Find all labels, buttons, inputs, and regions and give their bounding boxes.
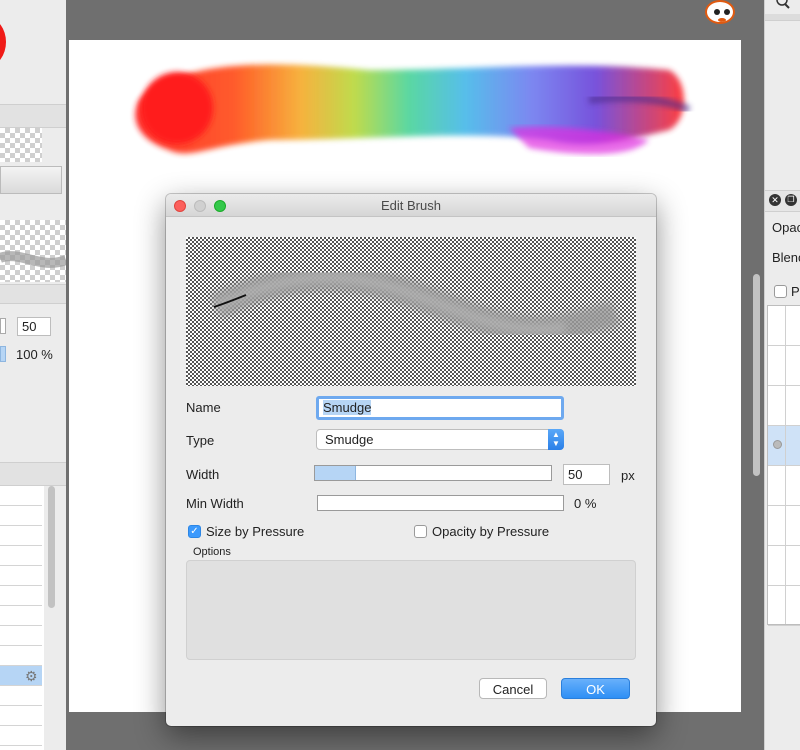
list-item[interactable]	[0, 646, 42, 666]
list-item[interactable]	[0, 686, 42, 706]
options-group	[186, 560, 636, 660]
opacity-value: 100 %	[16, 347, 53, 362]
min-width-slider[interactable]	[317, 495, 564, 511]
brush-preview-small	[0, 220, 68, 282]
magnifier-icon[interactable]	[775, 0, 791, 10]
width-slider-fill	[315, 466, 356, 480]
opacity-slider-fill[interactable]	[0, 346, 6, 362]
chevron-updown-icon: ▲ ▼	[548, 429, 564, 450]
list-item[interactable]	[0, 546, 42, 566]
table-row[interactable]	[768, 386, 800, 426]
panel-divider	[0, 104, 66, 128]
opacity-by-pressure-label[interactable]: Opacity by Pressure	[432, 524, 549, 539]
panel-divider	[0, 284, 66, 304]
table-row[interactable]	[768, 346, 800, 386]
name-field[interactable]: Smudge	[316, 396, 564, 420]
brush-preview	[186, 237, 636, 386]
size-by-pressure-checkbox[interactable]: ✓	[188, 525, 201, 538]
dialog-title: Edit Brush	[381, 198, 441, 213]
list-item[interactable]	[0, 706, 42, 726]
list-item[interactable]	[0, 486, 42, 506]
type-label: Type	[186, 433, 215, 448]
ok-button[interactable]: OK	[561, 678, 630, 699]
name-label: Name	[186, 400, 221, 415]
table-row[interactable]	[768, 306, 800, 346]
preserve-label: P	[791, 284, 800, 299]
width-slider-end[interactable]	[0, 318, 6, 334]
list-item[interactable]	[0, 586, 42, 606]
opacity-by-pressure-checkbox[interactable]	[414, 525, 427, 538]
float-icon[interactable]: ❐	[785, 194, 797, 206]
type-select[interactable]: Smudge ▲ ▼	[316, 429, 564, 450]
list-item[interactable]	[0, 526, 42, 546]
table-row[interactable]	[768, 506, 800, 546]
name-field-text: Smudge	[323, 400, 372, 415]
edit-brush-dialog: Edit Brush Name Smudge Type Smudge ▲ ▼ Wi…	[166, 194, 656, 726]
brush-thumbnail[interactable]	[0, 128, 42, 162]
stroke-preview-icon	[0, 251, 68, 268]
min-width-label: Min Width	[186, 496, 244, 511]
brush-stroke-preview-icon	[210, 264, 621, 343]
width-slider[interactable]	[314, 465, 552, 481]
panel-divider	[0, 462, 66, 486]
list-item[interactable]	[0, 626, 42, 646]
panel-scrollbar[interactable]	[753, 274, 760, 476]
panel-header: ✕ ❐	[765, 190, 800, 212]
panel-divider	[765, 14, 800, 21]
column-divider	[785, 306, 786, 624]
blend-label: Blenc	[772, 250, 800, 265]
cancel-button[interactable]: Cancel	[479, 678, 547, 699]
panel-button[interactable]	[0, 166, 62, 194]
layer-list	[767, 305, 800, 626]
size-by-pressure-label[interactable]: Size by Pressure	[206, 524, 304, 539]
visibility-dot-icon[interactable]	[773, 440, 782, 449]
width-value-field[interactable]: 50	[563, 464, 610, 485]
left-panel: 50 100 % ⚙	[0, 0, 68, 750]
close-icon[interactable]: ✕	[769, 194, 781, 206]
right-panel: ✕ ❐ Opac Blenc P	[753, 0, 800, 750]
width-field[interactable]: 50	[17, 317, 51, 336]
preserve-checkbox[interactable]	[774, 285, 787, 298]
list-item[interactable]	[0, 726, 42, 746]
width-label: Width	[186, 467, 220, 482]
list-item[interactable]	[0, 506, 42, 526]
current-color-swatch[interactable]	[0, 18, 6, 66]
brush-list	[0, 486, 44, 750]
type-select-value: Smudge	[325, 432, 374, 447]
table-row[interactable]	[768, 586, 800, 626]
rainbow-stroke-icon	[135, 64, 691, 155]
list-item[interactable]	[0, 606, 42, 626]
min-width-value: 0 %	[574, 496, 597, 511]
list-scrollbar[interactable]	[48, 486, 55, 608]
gear-icon[interactable]: ⚙	[25, 669, 39, 683]
table-row[interactable]	[768, 466, 800, 506]
list-item[interactable]	[0, 566, 42, 586]
panda-icon[interactable]	[705, 0, 735, 24]
opacity-label: Opac	[772, 220, 800, 235]
width-unit: px	[621, 468, 635, 483]
dialog-titlebar: Edit Brush	[166, 194, 656, 217]
table-row[interactable]	[768, 546, 800, 586]
options-label: Options	[193, 546, 231, 558]
